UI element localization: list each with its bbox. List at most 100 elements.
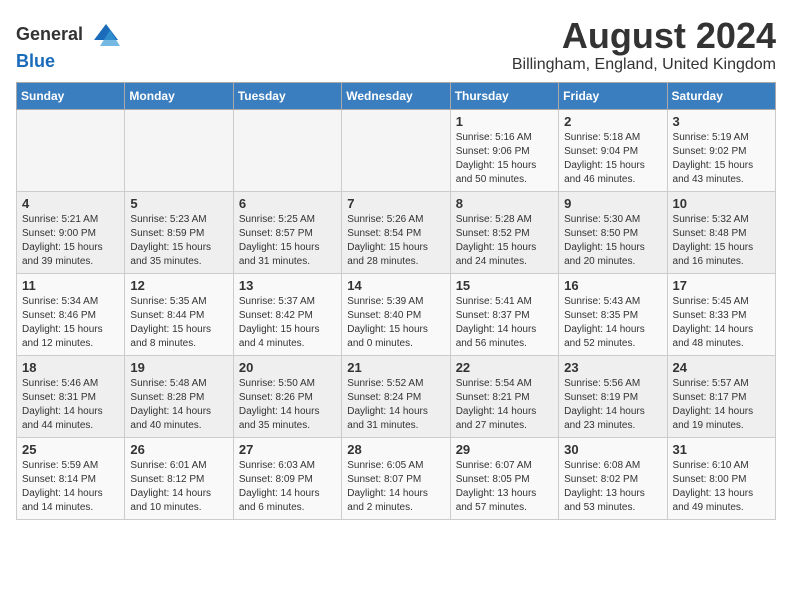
day-info: Sunrise: 5:50 AM Sunset: 8:26 PM Dayligh… <box>239 377 336 433</box>
title-area: August 2024 Billingham, England, United … <box>512 16 776 74</box>
table-row: 18Sunrise: 5:46 AM Sunset: 8:31 PM Dayli… <box>17 355 125 437</box>
day-info: Sunrise: 5:21 AM Sunset: 9:00 PM Dayligh… <box>22 213 119 269</box>
day-number: 20 <box>239 360 336 375</box>
day-info: Sunrise: 5:41 AM Sunset: 8:37 PM Dayligh… <box>456 295 553 351</box>
day-info: Sunrise: 5:34 AM Sunset: 8:46 PM Dayligh… <box>22 295 119 351</box>
day-info: Sunrise: 5:48 AM Sunset: 8:28 PM Dayligh… <box>130 377 227 433</box>
day-number: 10 <box>673 196 770 211</box>
day-number: 29 <box>456 442 553 457</box>
day-info: Sunrise: 5:54 AM Sunset: 8:21 PM Dayligh… <box>456 377 553 433</box>
day-number: 4 <box>22 196 119 211</box>
logo-icon <box>90 20 122 52</box>
day-info: Sunrise: 5:35 AM Sunset: 8:44 PM Dayligh… <box>130 295 227 351</box>
calendar-header-row: Sunday Monday Tuesday Wednesday Thursday… <box>17 82 776 109</box>
table-row: 25 Sunrise: 5:59 AM Sunset: 8:14 PM Dayli… <box>17 437 125 519</box>
table-row: 12 Sunrise: 5:35 AM Sunset: 8:44 PM Dayli… <box>125 273 233 355</box>
table-row: 29Sunrise: 6:07 AM Sunset: 8:05 PM Dayli… <box>450 437 558 519</box>
day-info: Sunrise: 5:23 AM Sunset: 8:59 PM Dayligh… <box>130 213 227 269</box>
day-number: 1 <box>456 114 553 129</box>
table-row: 4 Sunrise: 5:21 AM Sunset: 9:00 PM Daylig… <box>17 191 125 273</box>
calendar-week-row: 11 Sunrise: 5:34 AM Sunset: 8:46 PM Dayli… <box>17 273 776 355</box>
table-row: 27Sunrise: 6:03 AM Sunset: 8:09 PM Dayli… <box>233 437 341 519</box>
table-row: 7Sunrise: 5:26 AM Sunset: 8:54 PM Daylig… <box>342 191 450 273</box>
day-number: 9 <box>564 196 661 211</box>
header: General Blue August 2024 Billingham, Eng… <box>16 16 776 74</box>
day-number: 28 <box>347 442 444 457</box>
table-row: 9 Sunrise: 5:30 AM Sunset: 8:50 PM Daylig… <box>559 191 667 273</box>
day-info: Sunrise: 6:10 AM Sunset: 8:00 PM Dayligh… <box>673 459 770 515</box>
day-number: 22 <box>456 360 553 375</box>
col-monday: Monday <box>125 82 233 109</box>
table-row: 20 Sunrise: 5:50 AM Sunset: 8:26 PM Dayli… <box>233 355 341 437</box>
logo-general-text: General <box>16 24 83 44</box>
day-number: 14 <box>347 278 444 293</box>
table-row: 26Sunrise: 6:01 AM Sunset: 8:12 PM Dayli… <box>125 437 233 519</box>
col-sunday: Sunday <box>17 82 125 109</box>
col-thursday: Thursday <box>450 82 558 109</box>
table-row <box>233 109 341 191</box>
day-number: 6 <box>239 196 336 211</box>
day-number: 11 <box>22 278 119 293</box>
calendar-week-row: 4 Sunrise: 5:21 AM Sunset: 9:00 PM Daylig… <box>17 191 776 273</box>
day-info: Sunrise: 5:52 AM Sunset: 8:24 PM Dayligh… <box>347 377 444 433</box>
day-number: 13 <box>239 278 336 293</box>
table-row: 10 Sunrise: 5:32 AM Sunset: 8:48 PM Dayli… <box>667 191 775 273</box>
day-number: 19 <box>130 360 227 375</box>
day-number: 12 <box>130 278 227 293</box>
day-number: 16 <box>564 278 661 293</box>
logo: General Blue <box>16 20 122 72</box>
col-wednesday: Wednesday <box>342 82 450 109</box>
table-row: 23 Sunrise: 5:56 AM Sunset: 8:19 PM Dayli… <box>559 355 667 437</box>
table-row: 28 Sunrise: 6:05 AM Sunset: 8:07 PM Dayli… <box>342 437 450 519</box>
col-tuesday: Tuesday <box>233 82 341 109</box>
table-row <box>17 109 125 191</box>
table-row: 11 Sunrise: 5:34 AM Sunset: 8:46 PM Dayli… <box>17 273 125 355</box>
table-row: 24Sunrise: 5:57 AM Sunset: 8:17 PM Dayli… <box>667 355 775 437</box>
day-info: Sunrise: 5:59 AM Sunset: 8:14 PM Dayligh… <box>22 459 119 515</box>
table-row: 19 Sunrise: 5:48 AM Sunset: 8:28 PM Dayli… <box>125 355 233 437</box>
day-number: 18 <box>22 360 119 375</box>
day-info: Sunrise: 5:32 AM Sunset: 8:48 PM Dayligh… <box>673 213 770 269</box>
location-title: Billingham, England, United Kingdom <box>512 56 776 74</box>
month-title: August 2024 <box>512 16 776 56</box>
table-row: 21Sunrise: 5:52 AM Sunset: 8:24 PM Dayli… <box>342 355 450 437</box>
table-row: 5Sunrise: 5:23 AM Sunset: 8:59 PM Daylig… <box>125 191 233 273</box>
day-number: 27 <box>239 442 336 457</box>
logo-blue-text: Blue <box>16 51 55 71</box>
day-info: Sunrise: 5:18 AM Sunset: 9:04 PM Dayligh… <box>564 131 661 187</box>
day-info: Sunrise: 5:43 AM Sunset: 8:35 PM Dayligh… <box>564 295 661 351</box>
table-row: 6Sunrise: 5:25 AM Sunset: 8:57 PM Daylig… <box>233 191 341 273</box>
table-row: 2Sunrise: 5:18 AM Sunset: 9:04 PM Daylig… <box>559 109 667 191</box>
day-info: Sunrise: 5:16 AM Sunset: 9:06 PM Dayligh… <box>456 131 553 187</box>
col-saturday: Saturday <box>667 82 775 109</box>
day-info: Sunrise: 5:30 AM Sunset: 8:50 PM Dayligh… <box>564 213 661 269</box>
day-info: Sunrise: 5:45 AM Sunset: 8:33 PM Dayligh… <box>673 295 770 351</box>
table-row: 17 Sunrise: 5:45 AM Sunset: 8:33 PM Dayli… <box>667 273 775 355</box>
table-row: 8 Sunrise: 5:28 AM Sunset: 8:52 PM Daylig… <box>450 191 558 273</box>
day-number: 17 <box>673 278 770 293</box>
day-info: Sunrise: 6:05 AM Sunset: 8:07 PM Dayligh… <box>347 459 444 515</box>
day-number: 25 <box>22 442 119 457</box>
table-row: 30Sunrise: 6:08 AM Sunset: 8:02 PM Dayli… <box>559 437 667 519</box>
table-row: 15 Sunrise: 5:41 AM Sunset: 8:37 PM Dayli… <box>450 273 558 355</box>
day-info: Sunrise: 5:57 AM Sunset: 8:17 PM Dayligh… <box>673 377 770 433</box>
table-row: 1 Sunrise: 5:16 AM Sunset: 9:06 PM Daylig… <box>450 109 558 191</box>
table-row: 14 Sunrise: 5:39 AM Sunset: 8:40 PM Dayli… <box>342 273 450 355</box>
table-row: 3 Sunrise: 5:19 AM Sunset: 9:02 PM Daylig… <box>667 109 775 191</box>
day-info: Sunrise: 5:26 AM Sunset: 8:54 PM Dayligh… <box>347 213 444 269</box>
table-row: 16 Sunrise: 5:43 AM Sunset: 8:35 PM Dayli… <box>559 273 667 355</box>
day-number: 26 <box>130 442 227 457</box>
day-number: 30 <box>564 442 661 457</box>
day-number: 31 <box>673 442 770 457</box>
day-info: Sunrise: 5:39 AM Sunset: 8:40 PM Dayligh… <box>347 295 444 351</box>
table-row: 22 Sunrise: 5:54 AM Sunset: 8:21 PM Dayli… <box>450 355 558 437</box>
day-number: 3 <box>673 114 770 129</box>
day-number: 15 <box>456 278 553 293</box>
day-info: Sunrise: 5:56 AM Sunset: 8:19 PM Dayligh… <box>564 377 661 433</box>
table-row: 13Sunrise: 5:37 AM Sunset: 8:42 PM Dayli… <box>233 273 341 355</box>
day-info: Sunrise: 5:28 AM Sunset: 8:52 PM Dayligh… <box>456 213 553 269</box>
day-number: 8 <box>456 196 553 211</box>
calendar-week-row: 25 Sunrise: 5:59 AM Sunset: 8:14 PM Dayli… <box>17 437 776 519</box>
day-number: 23 <box>564 360 661 375</box>
day-info: Sunrise: 5:19 AM Sunset: 9:02 PM Dayligh… <box>673 131 770 187</box>
